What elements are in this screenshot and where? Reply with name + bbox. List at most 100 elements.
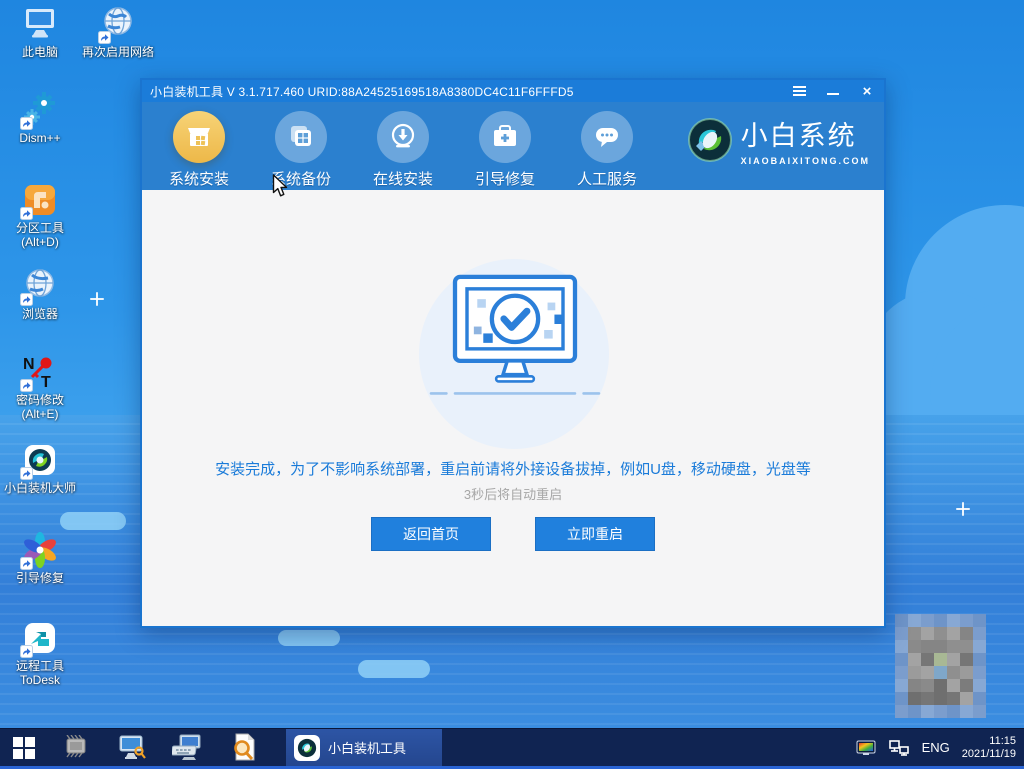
svg-text:T: T [41, 374, 51, 390]
desktop-icon-label: 再次启用网络 [81, 45, 154, 59]
brand-logo: 小白系统 XIAOBAIXITONG.COM [687, 114, 870, 166]
browser-globe-icon [20, 268, 58, 306]
title-bar[interactable]: 小白装机工具 V 3.1.717.460 URID:88A24525169518… [142, 80, 884, 102]
window-content: 安装完成，为了不影响系统部署，重启前请将外接设备拔掉，例如U盘，移动硬盘，光盘等… [142, 190, 884, 626]
nav-online-install[interactable]: 在线安装 [352, 102, 454, 189]
shortcut-arrow-icon [20, 645, 33, 658]
download-icon [377, 111, 429, 163]
backup-icon [275, 111, 327, 163]
reboot-countdown: 3秒后将自动重启 [463, 487, 563, 502]
mosaic-blur [895, 614, 986, 718]
taskbar-active-task[interactable]: 小白装机工具 [286, 728, 442, 767]
desktop-icon-password-reset[interactable]: NT 密码修改 (Alt+E) [2, 354, 78, 421]
shortcut-arrow-icon [20, 557, 33, 570]
app-window: 小白装机工具 V 3.1.717.460 URID:88A24525169518… [140, 78, 886, 628]
taskbar-keyboard-tool[interactable] [160, 729, 216, 767]
close-icon[interactable]: × [858, 83, 876, 99]
active-task-label: 小白装机工具 [328, 741, 407, 756]
cloud-shape [278, 630, 340, 646]
desktop-icon-label: 密码修改 [15, 393, 64, 407]
toolbar: 系统安装 系统备份 在线安装 引导修复 人工服务 小白系统 XIAOBAIXIT… [142, 102, 884, 190]
chip-icon [66, 734, 86, 757]
cloud-shape [60, 512, 126, 530]
document-magnifier-icon [234, 733, 255, 760]
desktop-icon-label: 远程工具 [15, 659, 64, 673]
desktop-icon-label: 小白装机大师 [3, 481, 76, 495]
desktop-icon-todesk[interactable]: 远程工具 ToDesk [2, 620, 78, 687]
sparkle [90, 292, 104, 306]
taskbar: 小白装机工具 ENG 11:15 2021/11/19 [0, 728, 1024, 767]
brand-name: 小白系统 [740, 121, 857, 151]
toolbox-icon [479, 111, 531, 163]
cloud-shape [358, 660, 430, 678]
gears-icon [20, 92, 58, 130]
language-indicator[interactable]: ENG [922, 740, 950, 755]
desktop-icon-label: 浏览器 [21, 307, 58, 321]
tray-clock[interactable]: 11:15 2021/11/19 [962, 735, 1016, 761]
svg-text:N: N [23, 356, 35, 373]
desktop-icon-sublabel: ToDesk [19, 673, 60, 687]
display-color-tray-icon[interactable] [856, 740, 876, 756]
desktop-icon-enable-network[interactable]: 再次启用网络 [76, 6, 160, 59]
desktop-icon-label: 此电脑 [21, 45, 58, 59]
nav-system-backup[interactable]: 系统备份 [250, 102, 352, 189]
desktop-icon-sublabel: (Alt+D) [21, 235, 59, 249]
desktop-icon-label: 分区工具 [15, 221, 64, 235]
shortcut-arrow-icon [20, 379, 33, 392]
nav-label: 系统安装 [168, 171, 229, 188]
desktop: 此电脑 再次启用网络 Dism++ 分区工具 (Alt+D) 浏览器 NT 密码… [0, 0, 1024, 769]
desktop-icon-this-pc[interactable]: 此电脑 [2, 6, 78, 59]
desktop-icon-label: 引导修复 [15, 571, 64, 585]
nav-label: 人工服务 [576, 171, 637, 188]
shortcut-arrow-icon [20, 467, 33, 480]
nt-password-key-icon: NT [20, 354, 58, 392]
shortcut-arrow-icon [20, 293, 33, 306]
chat-bubble-icon [581, 111, 633, 163]
xiaobai-app-icon [20, 442, 58, 480]
sparkle [956, 502, 970, 516]
nav-label: 系统备份 [270, 171, 331, 188]
keyboard-icon [172, 734, 201, 760]
desktop-icon-sublabel: (Alt+E) [21, 407, 59, 421]
taskbar-chip-tool[interactable] [48, 729, 104, 767]
start-button[interactable] [0, 729, 48, 767]
shortcut-arrow-icon [20, 117, 33, 130]
mouse-cursor [272, 174, 288, 197]
windows-logo-icon [13, 736, 35, 759]
monitor-check-illustration [429, 274, 601, 395]
xiaobai-task-icon [294, 734, 320, 761]
brand-site: XIAOBAIXITONG.COM [740, 156, 870, 166]
desktop-icon-xiaobai-master[interactable]: 小白装机大师 [0, 442, 80, 495]
nav-label: 引导修复 [474, 171, 535, 188]
minimize-icon[interactable] [824, 83, 842, 99]
desktop-icon-boot-repair[interactable]: 引导修复 [2, 532, 78, 585]
this-pc-icon [22, 6, 58, 42]
nav-label: 在线安装 [372, 171, 433, 188]
nav-boot-repair[interactable]: 引导修复 [454, 102, 556, 189]
partition-tool-icon [20, 182, 58, 220]
back-home-button[interactable]: 返回首页 [371, 517, 491, 551]
desktop-icon-browser[interactable]: 浏览器 [2, 268, 78, 321]
taskbar-viewer-tool[interactable] [216, 729, 272, 767]
taskbar-display-tool[interactable] [104, 729, 160, 767]
desktop-icon-label: Dism++ [19, 131, 61, 145]
brand-logo-icon [687, 118, 732, 162]
nav-system-install[interactable]: 系统安装 [148, 102, 250, 189]
network-tray-icon[interactable] [888, 739, 910, 757]
install-complete-message: 安装完成，为了不影响系统部署，重启前请将外接设备拔掉，例如U盘，移动硬盘，光盘等 [215, 461, 811, 478]
shortcut-arrow-icon [98, 31, 111, 44]
shortcut-arrow-icon [20, 207, 33, 220]
monitor-key-icon [119, 735, 146, 759]
menu-icon[interactable] [790, 83, 808, 99]
install-box-icon [173, 111, 225, 163]
nav-human-service[interactable]: 人工服务 [556, 102, 658, 189]
tray-time: 11:15 [989, 734, 1016, 747]
desktop-icon-dism[interactable]: Dism++ [2, 92, 78, 145]
network-globe-icon [98, 6, 136, 44]
todesk-icon [20, 620, 58, 658]
pinwheel-icon [20, 532, 58, 570]
desktop-icon-partition-tool[interactable]: 分区工具 (Alt+D) [2, 182, 78, 249]
system-tray: ENG 11:15 2021/11/19 [856, 735, 1024, 761]
restart-now-button[interactable]: 立即重启 [535, 517, 655, 551]
window-title: 小白装机工具 V 3.1.717.460 URID:88A24525169518… [150, 84, 574, 99]
